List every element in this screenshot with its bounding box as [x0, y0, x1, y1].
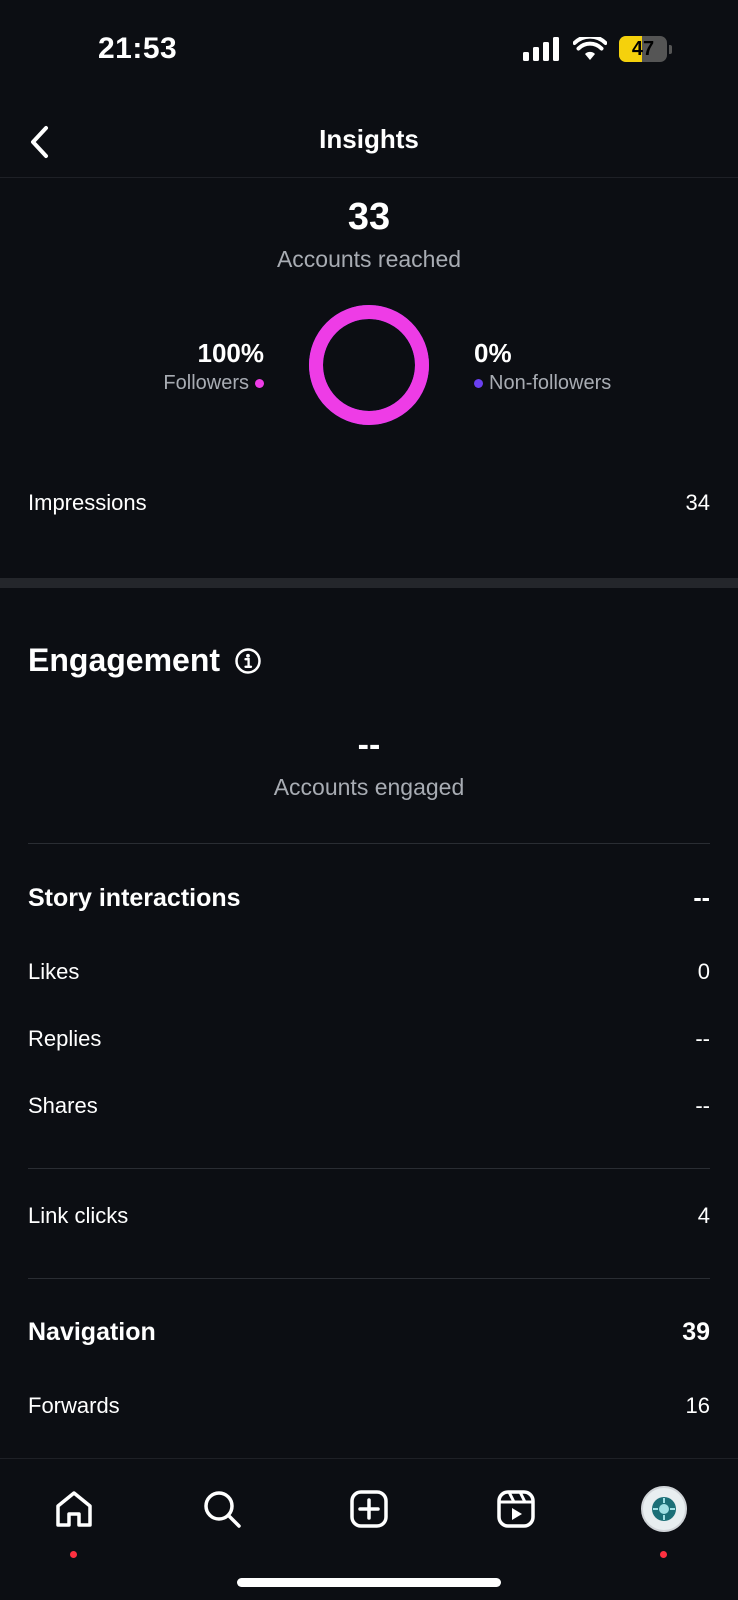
divider [28, 1278, 710, 1279]
link-clicks-value: 4 [697, 1203, 710, 1228]
accounts-reached-label: Accounts reached [276, 246, 462, 272]
navigation-row: Navigation 39 [28, 1318, 710, 1347]
tab-reels[interactable] [486, 1479, 546, 1539]
story-interactions-total: -- [693, 884, 710, 912]
non-followers-legend-dot [474, 379, 483, 388]
cellular-signal-icon [523, 37, 559, 61]
reach-donut-chart [306, 302, 432, 428]
replies-row: Replies -- [28, 1026, 710, 1052]
section-divider [0, 578, 738, 588]
status-bar: 21:53 47 [0, 0, 738, 100]
tab-create[interactable] [339, 1479, 399, 1539]
non-followers-stat: 0% Non-followers [474, 338, 611, 395]
tab-home[interactable] [44, 1479, 104, 1558]
profile-notification-dot [660, 1551, 667, 1558]
page-title: Insights [319, 124, 419, 154]
followers-legend-dot [255, 379, 264, 388]
accounts-engaged-label: Accounts engaged [273, 774, 465, 800]
story-interactions-row: Story interactions -- [28, 884, 710, 913]
status-time: 21:53 [98, 32, 178, 65]
forwards-row: Forwards 16 [28, 1393, 710, 1419]
shares-label: Shares [28, 1093, 98, 1118]
followers-label: Followers [163, 372, 249, 394]
donut-followers-ring [309, 305, 429, 425]
likes-label: Likes [28, 959, 80, 984]
followers-percent: 100% [197, 338, 265, 368]
replies-value: -- [695, 1026, 710, 1051]
engagement-heading: Engagement [28, 642, 262, 679]
replies-label: Replies [28, 1026, 102, 1051]
followers-stat: 100% Followers [163, 338, 264, 395]
accounts-engaged-value: -- [357, 726, 381, 764]
search-icon [204, 1491, 241, 1528]
home-icon [56, 1491, 92, 1527]
engagement-title: Engagement [28, 642, 221, 678]
forwards-label: Forwards [28, 1393, 120, 1418]
nav-header: Insights [0, 110, 738, 178]
wifi-icon [573, 37, 607, 60]
impressions-label: Impressions [28, 490, 147, 515]
likes-value: 0 [697, 959, 710, 984]
forwards-value: 16 [685, 1393, 710, 1418]
impressions-value: 34 [685, 490, 710, 515]
tab-search[interactable] [192, 1479, 252, 1539]
battery-level: 47 [631, 37, 655, 60]
status-icons: 47 [523, 36, 672, 62]
home-notification-dot [70, 1551, 77, 1558]
navigation-title: Navigation [28, 1318, 156, 1346]
shares-value: -- [695, 1093, 710, 1118]
tab-profile[interactable] [634, 1479, 694, 1558]
navigation-total: 39 [682, 1318, 710, 1346]
story-interactions-title: Story interactions [28, 884, 241, 912]
link-clicks-label: Link clicks [28, 1203, 129, 1228]
accounts-reached-count: 33 [347, 196, 391, 238]
likes-row: Likes 0 [28, 959, 710, 985]
create-icon [350, 1490, 388, 1528]
non-followers-label: Non-followers [489, 372, 612, 394]
profile-avatar [641, 1486, 687, 1532]
reels-icon [497, 1490, 535, 1528]
home-indicator [237, 1578, 501, 1587]
info-icon[interactable] [234, 647, 262, 675]
divider [28, 1168, 710, 1169]
impressions-row[interactable]: Impressions 34 [28, 490, 710, 516]
battery-indicator: 47 [619, 36, 672, 62]
link-clicks-row: Link clicks 4 [28, 1203, 710, 1229]
non-followers-percent: 0% [474, 338, 512, 368]
divider [28, 843, 710, 844]
shares-row: Shares -- [28, 1093, 710, 1119]
